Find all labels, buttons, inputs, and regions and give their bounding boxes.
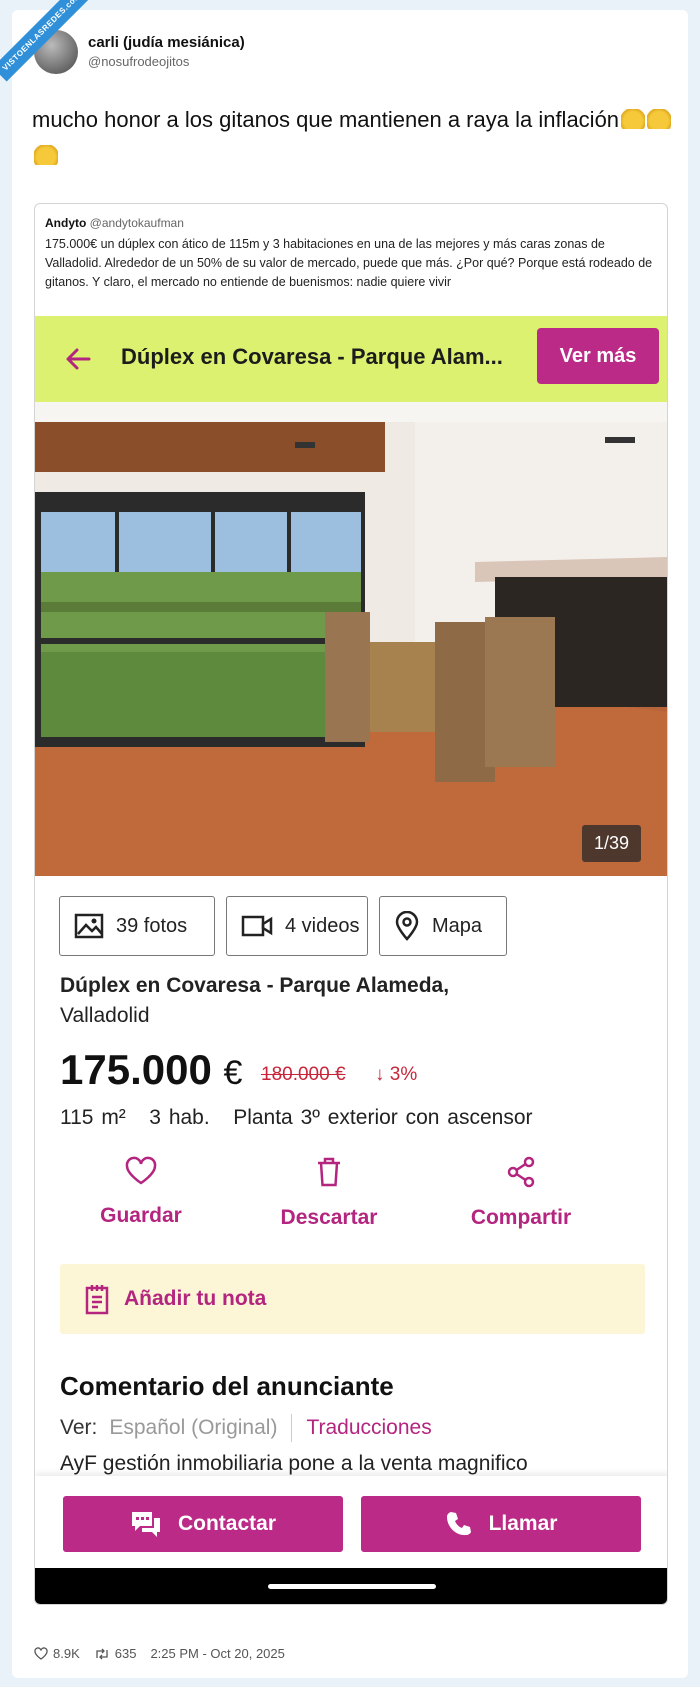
author-handle[interactable]: @nosufrodeojitos: [88, 54, 189, 69]
tweet-text: mucho honor a los gitanos que mantienen …: [32, 102, 672, 174]
retweet-button[interactable]: 635: [94, 1646, 137, 1661]
language-divider: [291, 1414, 293, 1442]
share-button[interactable]: Compartir: [431, 1156, 611, 1230]
quoted-text: 175.000€ un dúplex con ático de 115m y 3…: [45, 237, 653, 289]
videos-label: 4 videos: [285, 914, 360, 937]
heart-outline-icon: [34, 1647, 48, 1660]
photos-label: 39 fotos: [116, 914, 188, 937]
image-icon: [74, 913, 104, 939]
timestamp[interactable]: 2:25 PM - Oct 20, 2025: [150, 1646, 284, 1661]
back-arrow-icon[interactable]: [63, 344, 93, 374]
listing-description: AyF gestión inmobiliaria pone a la venta…: [60, 1452, 528, 1475]
clapping-hands-icon: [621, 109, 646, 129]
translations-link[interactable]: Traducciones: [306, 1416, 431, 1440]
ver-mas-button[interactable]: Ver más: [537, 328, 659, 384]
arrow-down-icon: ↓: [375, 1064, 385, 1085]
listing-screenshot: Dúplex en Covaresa - Parque Alam... Ver …: [35, 316, 667, 1604]
discard-button[interactable]: Descartar: [239, 1156, 419, 1230]
price-drop-value: 3%: [389, 1064, 418, 1085]
clapping-hands-icon: [647, 109, 672, 129]
share-icon: [507, 1156, 535, 1188]
heart-icon: [125, 1156, 157, 1185]
map-button[interactable]: Mapa: [379, 896, 507, 956]
price-drop: ↓ 3%: [375, 1064, 417, 1086]
chat-icon: [131, 1512, 160, 1537]
map-pin-icon: [395, 911, 419, 941]
like-count: 8.9K: [53, 1646, 80, 1661]
quoted-tweet[interactable]: Andyto @andytokaufman 175.000€ un dúplex…: [34, 203, 668, 1605]
listing-features: 115 m² 3 hab. Planta 3º exterior con asc…: [60, 1106, 533, 1129]
price-currency: €: [223, 1054, 243, 1092]
price: 175.000 €: [60, 1046, 242, 1094]
retweet-count: 635: [114, 1646, 137, 1661]
photos-button[interactable]: 39 fotos: [59, 896, 215, 956]
call-label: Llamar: [488, 1512, 558, 1535]
quoted-author-handle: @andytokaufman: [89, 216, 184, 230]
quoted-author-name: Andyto: [45, 216, 87, 230]
listing-header-title: Dúplex en Covaresa - Parque Alam...: [121, 344, 503, 369]
tweet-footer: 8.9K 635 2:25 PM - Oct 20, 2025: [34, 1646, 299, 1661]
contact-bar: Contactar Llamar: [35, 1476, 667, 1568]
discard-label: Descartar: [280, 1206, 378, 1229]
like-button[interactable]: 8.9K: [34, 1646, 80, 1661]
language-original[interactable]: Español (Original): [109, 1416, 277, 1440]
room-photo-image: [35, 402, 667, 876]
contact-label: Contactar: [177, 1512, 277, 1535]
listing-title: Dúplex en Covaresa - Parque Alameda, Val…: [60, 971, 640, 1031]
listing-photo[interactable]: 1/39: [35, 402, 667, 876]
video-icon: [241, 915, 273, 937]
save-button[interactable]: Guardar: [51, 1156, 231, 1228]
call-button[interactable]: Llamar: [361, 1496, 641, 1552]
home-indicator[interactable]: [268, 1584, 436, 1589]
share-label: Compartir: [470, 1206, 572, 1229]
author-name[interactable]: carli (judía mesiánica): [88, 34, 245, 51]
language-selector: Ver: Español (Original) Traducciones: [60, 1414, 432, 1442]
videos-button[interactable]: 4 videos: [226, 896, 368, 956]
tweet-text-content: mucho honor a los gitanos que mantienen …: [32, 107, 620, 132]
old-price: 180.000 €: [261, 1064, 346, 1085]
map-label: Mapa: [432, 914, 483, 937]
language-label: Ver:: [60, 1416, 98, 1439]
notepad-icon: [85, 1285, 109, 1315]
tweet-card: carli (judía mesiánica) @nosufrodeojitos…: [12, 10, 688, 1678]
comment-title: Comentario del anunciante: [60, 1371, 394, 1401]
listing-header: Dúplex en Covaresa - Parque Alam... Ver …: [35, 316, 667, 402]
android-nav-bar: [35, 1568, 667, 1604]
add-note-button[interactable]: Añadir tu nota: [60, 1264, 645, 1334]
contact-button[interactable]: Contactar: [63, 1496, 343, 1552]
listing-title-city: Valladolid: [60, 1004, 150, 1027]
add-note-label: Añadir tu nota: [124, 1287, 267, 1310]
clapping-hands-icon: [34, 145, 58, 165]
save-label: Guardar: [100, 1204, 182, 1227]
retweet-icon: [96, 1648, 108, 1659]
price-value: 175.000: [60, 1046, 212, 1093]
phone-icon: [446, 1512, 471, 1536]
trash-icon: [318, 1157, 340, 1187]
quoted-author: Andyto @andytokaufman: [45, 216, 184, 230]
photo-counter: 1/39: [581, 825, 641, 862]
listing-title-main: Dúplex en Covaresa - Parque Alameda,: [60, 974, 450, 997]
